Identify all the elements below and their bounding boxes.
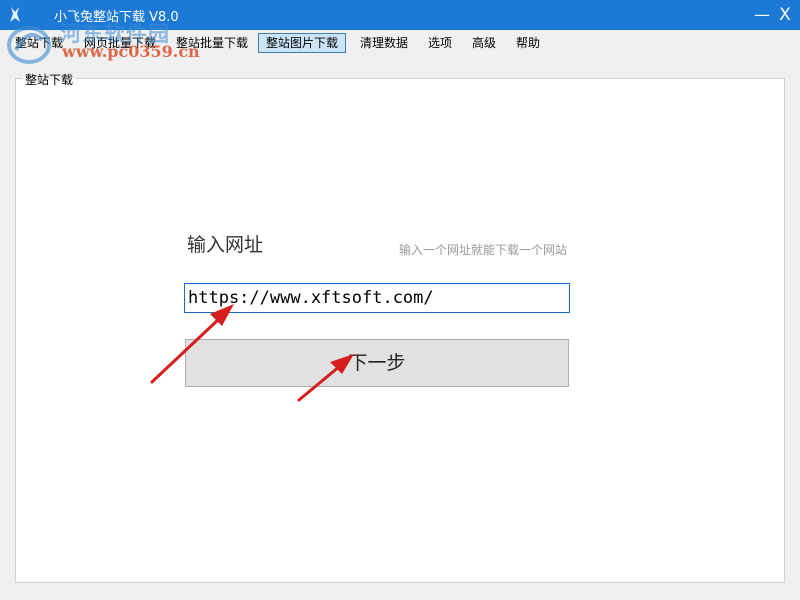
menu-advanced[interactable]: 高级 xyxy=(464,33,504,53)
menu-page-batch-download[interactable]: 网页批量下载 xyxy=(76,33,164,53)
title-bar[interactable]: 小飞兔整站下载 V8.0 — X xyxy=(0,0,800,30)
group-title: 整站下载 xyxy=(22,71,77,88)
menu-help[interactable]: 帮助 xyxy=(508,33,548,53)
window-title: 小飞兔整站下载 V8.0 xyxy=(54,10,179,25)
url-hint: 输入一个网址就能下载一个网站 xyxy=(399,243,568,257)
url-input[interactable] xyxy=(184,283,570,313)
app-window: 小飞兔整站下载 V8.0 — X 整站下载 网页批量下载 整站批量下载 整站图片… xyxy=(0,0,800,600)
close-button[interactable]: X xyxy=(762,0,800,30)
menu-site-batch-download[interactable]: 整站批量下载 xyxy=(168,33,256,53)
menu-bar: 整站下载 网页批量下载 整站批量下载 整站图片下载 清理数据 选项 高级 帮助 xyxy=(0,30,552,54)
menu-options[interactable]: 选项 xyxy=(420,33,460,53)
menu-site-download[interactable]: 整站下载 xyxy=(7,33,71,53)
rabbit-icon xyxy=(10,7,20,22)
next-step-button[interactable]: 下一步 xyxy=(185,339,569,387)
menu-site-image-download[interactable]: 整站图片下载 xyxy=(258,33,347,53)
url-label: 输入网址 xyxy=(187,234,264,256)
menu-clear-data[interactable]: 清理数据 xyxy=(352,33,416,53)
download-group xyxy=(15,78,785,583)
